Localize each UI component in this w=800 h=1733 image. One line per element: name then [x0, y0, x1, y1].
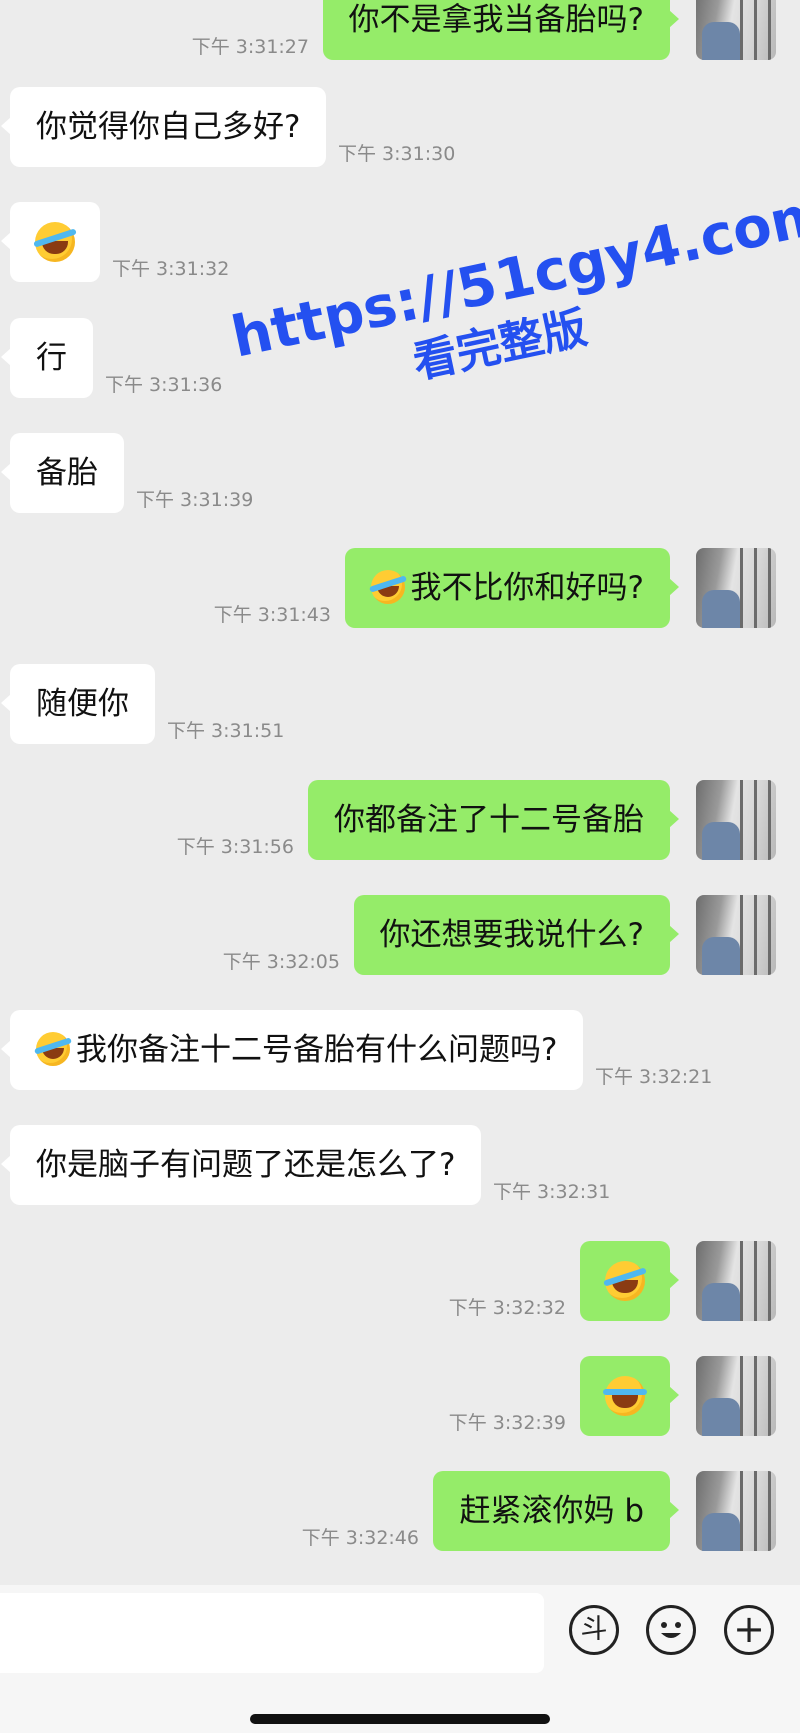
- sticker-glyph: 斗: [580, 1614, 608, 1645]
- home-indicator: [250, 1714, 550, 1724]
- avatar[interactable]: [696, 1241, 776, 1321]
- avatar-detail: [740, 1356, 743, 1436]
- smiley-icon: [661, 1622, 681, 1638]
- avatar-detail: [768, 1241, 771, 1321]
- message-bubble[interactable]: 随便你: [1, 664, 155, 744]
- message-row-outgoing: 你不是拿我当备胎吗? 下午 3:31:27: [0, 0, 800, 60]
- avatar-detail: [702, 1398, 740, 1436]
- message-bubble[interactable]: [1, 202, 100, 282]
- message-text: 我不比你和好吗?: [410, 570, 644, 606]
- message-text: 赶紧滚你妈 b: [459, 1493, 644, 1529]
- avatar[interactable]: [696, 1471, 776, 1551]
- plus-button[interactable]: +: [724, 1605, 774, 1655]
- avatar[interactable]: [696, 548, 776, 628]
- message-bubble[interactable]: 你还想要我说什么?: [353, 895, 680, 975]
- message-row-outgoing: 你还想要我说什么? 下午 3:32:05: [0, 895, 800, 975]
- facepalm-emoji: [36, 1031, 70, 1066]
- message-bubble[interactable]: 你都备注了十二号备胎: [308, 780, 679, 860]
- message-timestamp: 下午 3:32:46: [301, 1527, 419, 1549]
- message-row-incoming: 你觉得你自己多好? 下午 3:31:30: [0, 87, 800, 167]
- avatar[interactable]: [696, 1356, 776, 1436]
- message-text: 备胎: [36, 455, 98, 491]
- facepalm-emoji: [35, 221, 75, 262]
- message-row-outgoing: 赶紧滚你妈 b 下午 3:32:46: [0, 1471, 800, 1551]
- message-bubble[interactable]: [580, 1356, 679, 1436]
- message-timestamp: 下午 3:31:43: [213, 604, 331, 626]
- message-text: 你不是拿我当备胎吗?: [348, 2, 644, 38]
- message-row-outgoing: 下午 3:32:39: [0, 1356, 800, 1436]
- message-bubble[interactable]: 你是脑子有问题了还是怎么了?: [0, 1125, 482, 1205]
- avatar-detail: [768, 0, 771, 60]
- tears-of-joy-emoji: [603, 1375, 647, 1416]
- message-bubble[interactable]: 赶紧滚你妈 b: [433, 1471, 679, 1551]
- sticker-button[interactable]: 斗: [569, 1605, 619, 1655]
- message-text: 你是脑子有问题了还是怎么了?: [36, 1147, 456, 1183]
- message-bubble[interactable]: 备胎: [1, 433, 124, 513]
- message-bubble[interactable]: 你觉得你自己多好?: [0, 87, 327, 167]
- message-timestamp: 下午 3:31:36: [105, 374, 223, 396]
- message-timestamp: 下午 3:31:27: [191, 36, 309, 58]
- message-timestamp: 下午 3:31:39: [136, 489, 254, 511]
- message-bubble[interactable]: [580, 1241, 679, 1321]
- facepalm-emoji: [370, 569, 405, 604]
- avatar-detail: [754, 0, 757, 60]
- avatar-detail: [740, 895, 743, 975]
- avatar-detail: [754, 548, 757, 628]
- message-timestamp: 下午 3:31:32: [112, 258, 230, 280]
- message-row-outgoing: 你都备注了十二号备胎下午 3:31:56: [0, 780, 800, 860]
- message-timestamp: 下午 3:32:05: [222, 951, 340, 973]
- message-text: 行: [36, 340, 67, 376]
- avatar-detail: [754, 895, 757, 975]
- message-row-incoming: 随便你下午 3:31:51: [0, 664, 800, 744]
- message-text: 你都备注了十二号备胎: [334, 802, 644, 838]
- avatar-detail: [702, 822, 740, 860]
- input-bar: 斗 +: [0, 1585, 800, 1733]
- avatar-detail: [740, 780, 743, 860]
- message-row-outgoing: 我不比你和好吗? 下午 3:31:43: [0, 548, 800, 628]
- avatar-detail: [740, 548, 743, 628]
- message-bubble[interactable]: 我不比你和好吗?: [344, 548, 680, 628]
- avatar-detail: [702, 590, 740, 628]
- message-timestamp: 下午 3:32:21: [595, 1066, 713, 1088]
- avatar[interactable]: [696, 780, 776, 860]
- message-text: 随便你: [36, 686, 129, 722]
- message-bubble[interactable]: 我你备注十二号备胎有什么问题吗?: [0, 1010, 584, 1090]
- message-row-incoming: 我你备注十二号备胎有什么问题吗? 下午 3:32:21: [0, 1010, 800, 1090]
- avatar-detail: [768, 548, 771, 628]
- avatar-detail: [740, 0, 743, 60]
- avatar[interactable]: [696, 0, 776, 60]
- message-text: 你觉得你自己多好?: [36, 109, 301, 145]
- message-timestamp: 下午 3:32:32: [448, 1297, 566, 1319]
- avatar-detail: [702, 937, 740, 975]
- avatar-detail: [754, 1241, 757, 1321]
- message-input[interactable]: [0, 1593, 544, 1673]
- message-text: 你还想要我说什么?: [379, 917, 644, 953]
- avatar-detail: [754, 780, 757, 860]
- avatar-detail: [754, 1471, 757, 1551]
- facepalm-emoji: [605, 1260, 645, 1301]
- avatar-detail: [702, 22, 740, 60]
- avatar-detail: [740, 1471, 743, 1551]
- avatar-detail: [768, 1471, 771, 1551]
- message-timestamp: 下午 3:31:30: [338, 143, 456, 165]
- message-timestamp: 下午 3:31:51: [167, 720, 285, 742]
- message-timestamp: 下午 3:32:31: [493, 1181, 611, 1203]
- avatar-detail: [754, 1356, 757, 1436]
- avatar[interactable]: [696, 895, 776, 975]
- avatar-detail: [768, 895, 771, 975]
- avatar-detail: [740, 1241, 743, 1321]
- avatar-detail: [702, 1513, 740, 1551]
- avatar-detail: [702, 1283, 740, 1321]
- message-bubble[interactable]: 行: [1, 318, 93, 398]
- message-row-incoming: 你是脑子有问题了还是怎么了? 下午 3:32:31: [0, 1125, 800, 1205]
- message-bubble[interactable]: 你不是拿我当备胎吗?: [322, 0, 680, 60]
- avatar-detail: [768, 780, 771, 860]
- plus-icon: +: [733, 1607, 765, 1651]
- message-timestamp: 下午 3:32:39: [448, 1412, 566, 1434]
- message-row-outgoing: 下午 3:32:32: [0, 1241, 800, 1321]
- avatar-detail: [768, 1356, 771, 1436]
- emoji-button[interactable]: [646, 1605, 696, 1655]
- message-text: 我你备注十二号备胎有什么问题吗?: [76, 1032, 558, 1068]
- message-timestamp: 下午 3:31:56: [176, 836, 294, 858]
